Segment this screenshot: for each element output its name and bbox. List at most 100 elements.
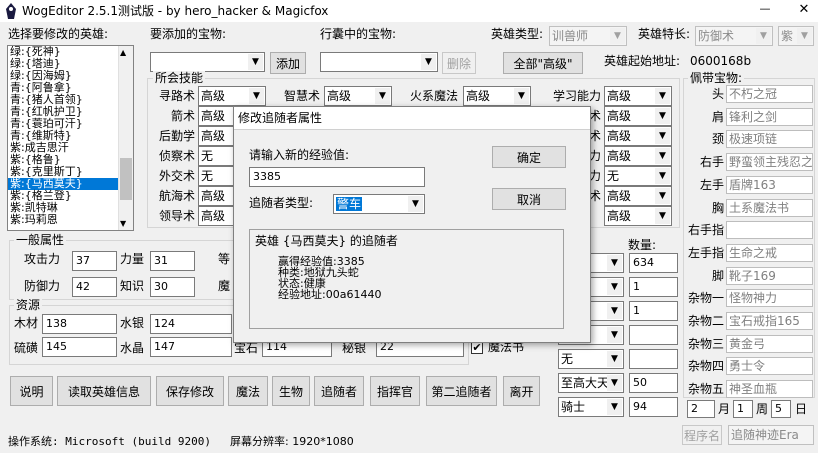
chevron-down-icon: ▼: [607, 327, 622, 343]
hero-listbox[interactable]: 绿:{死神} 绿:{塔迪} 绿:{因海姆} 青:{阿鲁拿} 青:{猪人首领} 青:{红帆护…: [7, 45, 134, 231]
equip-slot-value[interactable]: 锋利之剑: [726, 107, 813, 126]
skill-level-combo[interactable]: 高级 ▼: [604, 126, 672, 146]
skill-level-combo[interactable]: 高级 ▼: [604, 86, 672, 106]
equip-slot-value[interactable]: [726, 221, 813, 240]
bottom-button-4[interactable]: 生物: [272, 376, 310, 406]
equip-slot-label: 杂物一: [687, 291, 724, 306]
treasure-add-combo[interactable]: ▼: [150, 52, 265, 72]
power-input[interactable]: 31: [150, 251, 195, 271]
hero-list-scrollbar[interactable]: ▲ ▼: [118, 46, 133, 230]
hero-type-combo[interactable]: 训兽师 ▼: [549, 26, 627, 46]
partial-label: 等: [218, 252, 231, 266]
month-input[interactable]: 2: [687, 400, 715, 418]
troop-count-input[interactable]: 1: [629, 301, 678, 321]
day-input[interactable]: 5: [771, 400, 791, 418]
mercury-input[interactable]: 124: [150, 314, 232, 334]
minimize-button[interactable]: —: [755, 2, 775, 15]
knowledge-input[interactable]: 30: [150, 277, 195, 297]
troop-count-input[interactable]: [629, 349, 678, 369]
hero-specialty-combo-2[interactable]: 紫 ▼: [778, 26, 814, 46]
close-button[interactable]: ✕: [794, 2, 814, 17]
follower-type-combo[interactable]: 警车 ▼: [333, 194, 425, 214]
chevron-down-icon: ▼: [421, 54, 436, 70]
chevron-down-icon: ▼: [514, 88, 529, 104]
all-advanced-button[interactable]: 全部"高级": [503, 52, 583, 74]
equip-slot-value[interactable]: 靴子169: [726, 266, 813, 285]
equip-slot-value[interactable]: 野蛮领主残忍之: [726, 153, 813, 172]
troop-unit-combo[interactable]: 无 ▼: [558, 349, 624, 369]
week-input[interactable]: 1: [733, 400, 753, 418]
skill-level-combo[interactable]: 无▼: [604, 166, 672, 186]
scroll-thumb[interactable]: [120, 158, 132, 200]
crystal-input[interactable]: 147: [150, 337, 232, 357]
treasure-bag-combo[interactable]: ▼: [320, 52, 438, 72]
troop-count-input[interactable]: 94: [629, 397, 678, 417]
add-treasure-button[interactable]: 添加: [270, 52, 306, 74]
skill-level-combo[interactable]: 高级 ▼: [604, 206, 672, 226]
chevron-down-icon: ▼: [655, 108, 670, 124]
chevron-down-icon: ▼: [375, 88, 390, 104]
hero-list-label: 选择要修改的英雄:: [8, 27, 109, 41]
bottom-button-7[interactable]: 第二追随者: [426, 376, 497, 406]
equip-slot-value[interactable]: 神圣血瓶: [726, 380, 813, 399]
troop-count-input[interactable]: [629, 325, 678, 345]
magic-book-checkbox[interactable]: ✔: [471, 342, 483, 354]
equip-slot-label: 脚: [711, 268, 724, 283]
bottom-button-6[interactable]: 指挥官: [370, 376, 420, 406]
equip-slot-value[interactable]: 不朽之冠: [726, 85, 813, 103]
skill-level-combo[interactable]: 高级 ▼: [604, 106, 672, 126]
treasure-bag-label: 行囊中的宝物:: [320, 27, 397, 41]
skill-level-value: 无: [201, 149, 214, 163]
cancel-button[interactable]: 取消: [492, 188, 566, 210]
sulfur-input[interactable]: 145: [42, 337, 117, 357]
equip-slot-value[interactable]: 宝石戒指165: [726, 312, 813, 330]
os-status: 操作系统: Microsoft (build 9200): [8, 435, 211, 448]
chevron-down-icon: ▼: [610, 28, 625, 44]
hero-specialty-combo[interactable]: 防御术 ▼: [695, 26, 773, 46]
hero-list-item[interactable]: 紫:玛莉恩: [8, 214, 133, 226]
troop-unit-combo[interactable]: 骑士 ▼: [558, 397, 624, 417]
equip-slot-value[interactable]: 勇士令: [726, 357, 813, 376]
equip-slot-value[interactable]: 极速项链: [726, 130, 813, 149]
equip-slot-value[interactable]: 生命之戒: [726, 243, 813, 262]
bottom-button-5[interactable]: 追随者: [314, 376, 364, 406]
skill-level-combo[interactable]: 高级 ▼: [198, 86, 266, 106]
equip-slot-label: 右手指: [687, 223, 724, 238]
programmer-button[interactable]: 程序名: [682, 425, 722, 445]
troop-unit-combo[interactable]: 至高大天 ▼: [558, 373, 624, 393]
troop-count-input[interactable]: 1: [629, 277, 678, 297]
hero-address-value: 0600168b: [690, 54, 752, 68]
troop-count-input[interactable]: 634: [629, 253, 678, 273]
troop-count-label: 数量:: [628, 238, 657, 252]
bottom-button-2[interactable]: 保存修改: [156, 376, 224, 406]
equip-slot-value[interactable]: 盾牌163: [726, 175, 813, 194]
equip-slot-value[interactable]: 黄金弓: [726, 334, 813, 353]
skill-level-combo[interactable]: 高级 ▼: [604, 186, 672, 206]
skill-level-combo[interactable]: 高级 ▼: [463, 86, 531, 106]
bottom-button-1[interactable]: 读取英雄信息: [57, 376, 151, 406]
chevron-down-icon: ▼: [607, 375, 622, 391]
scroll-down-icon[interactable]: ▼: [120, 219, 126, 228]
equip-slot-value[interactable]: 土系魔法书: [726, 198, 813, 217]
crystal-label: 水晶: [120, 341, 145, 355]
skill-level-value: 高级: [327, 89, 352, 103]
follower-combo[interactable]: 追随神迹Era: [728, 425, 814, 445]
scroll-up-icon[interactable]: ▲: [120, 48, 126, 57]
defense-input[interactable]: 42: [72, 277, 117, 297]
skill-label: 箭术: [170, 109, 195, 123]
skill-level-value: 高级: [607, 209, 632, 223]
troop-count-input[interactable]: 50: [629, 373, 678, 393]
chevron-down-icon: ▼: [655, 148, 670, 164]
bottom-button-8[interactable]: 离开: [503, 376, 540, 406]
equip-slot-label: 左手: [699, 177, 724, 192]
equip-slot-value[interactable]: 怪物神力: [726, 289, 813, 308]
bottom-button-0[interactable]: 说明: [10, 376, 53, 406]
skill-level-combo[interactable]: 高级 ▼: [604, 146, 672, 166]
exp-input[interactable]: 3385: [249, 167, 425, 187]
wood-input[interactable]: 138: [42, 314, 117, 334]
attack-input[interactable]: 37: [72, 251, 117, 271]
skill-level-combo[interactable]: 高级 ▼: [324, 86, 392, 106]
ok-button[interactable]: 确定: [492, 146, 566, 168]
bottom-button-3[interactable]: 魔法: [228, 376, 268, 406]
delete-treasure-button[interactable]: 删除: [442, 52, 476, 74]
